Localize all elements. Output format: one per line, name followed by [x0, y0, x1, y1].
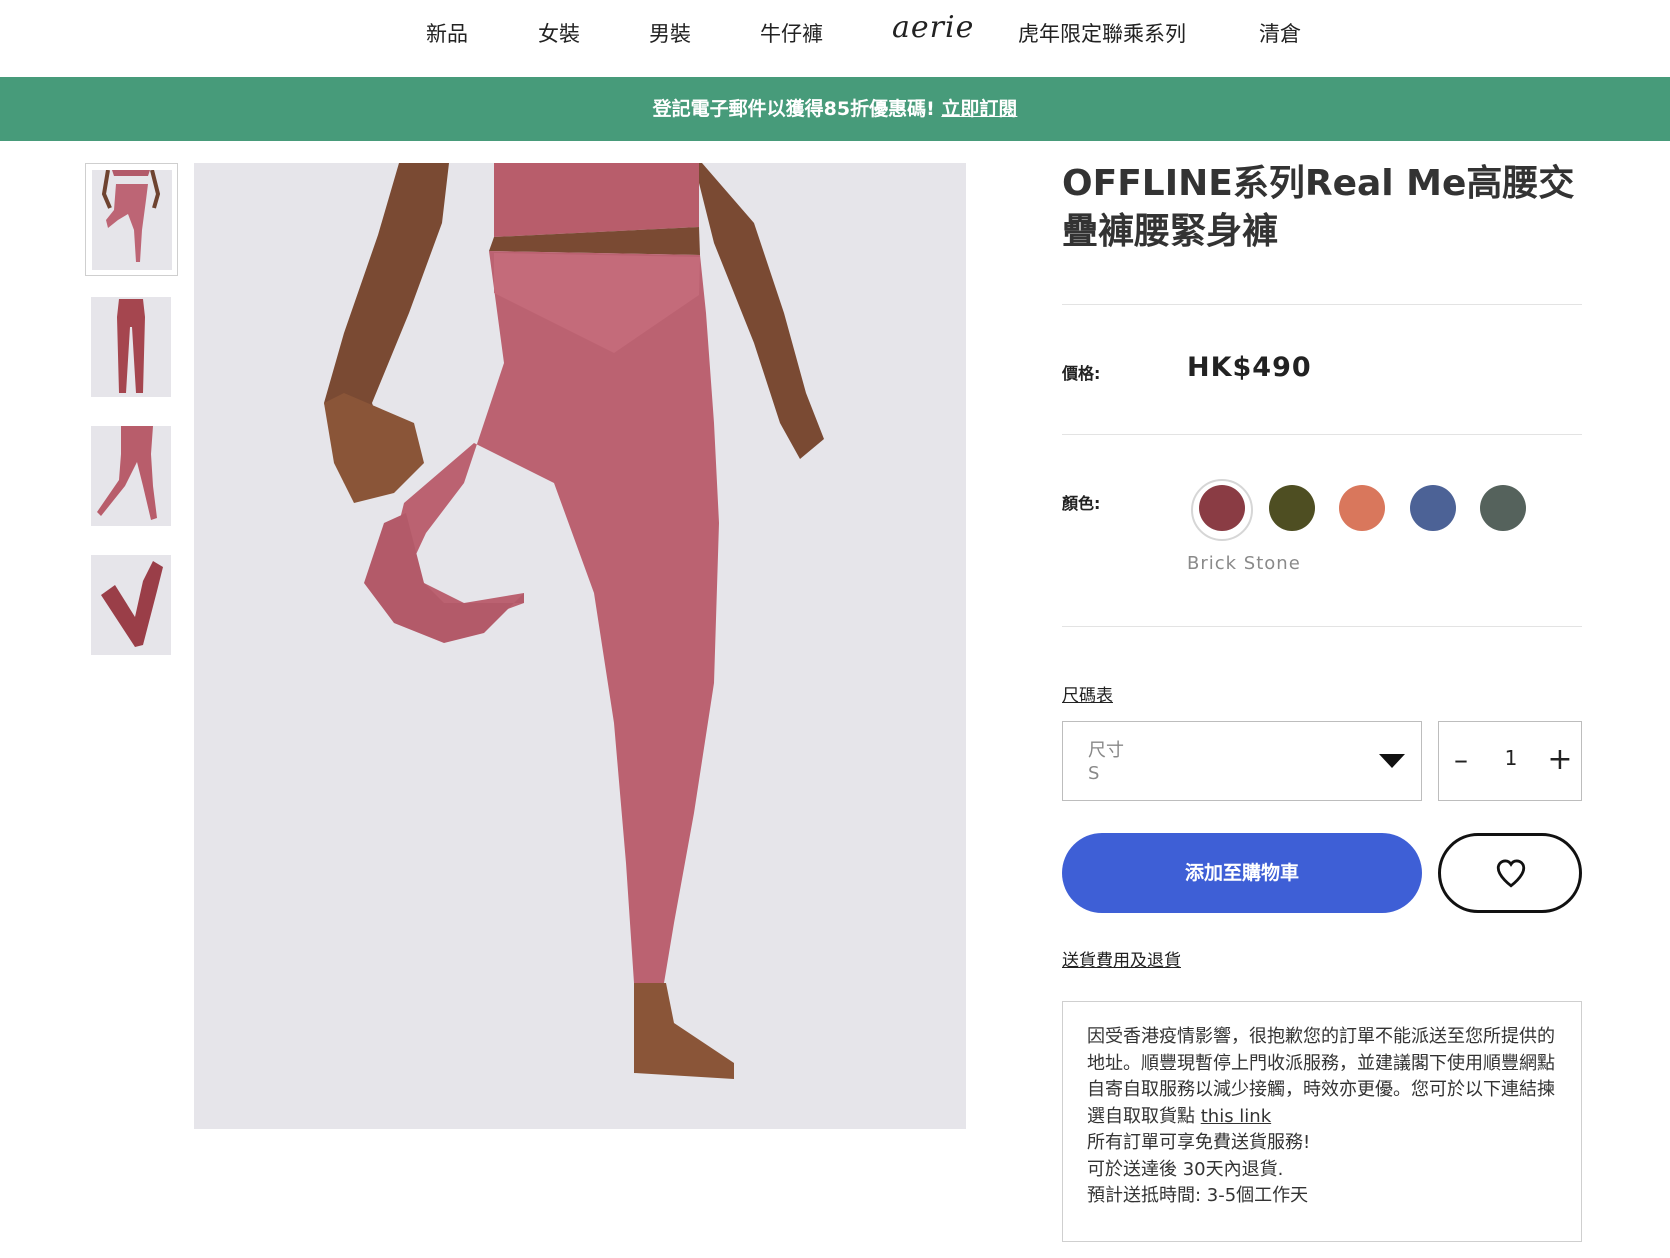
thumbnail-image: [91, 555, 171, 655]
selected-color-name: Brick Stone: [1187, 553, 1301, 574]
quantity-increase-button[interactable]: +: [1545, 740, 1575, 780]
nav-jeans[interactable]: 牛仔褲: [760, 18, 823, 48]
color-swatch-coral[interactable]: [1339, 485, 1385, 531]
size-select[interactable]: 尺寸 S: [1062, 721, 1422, 801]
shipping-returns-link[interactable]: 送貨費用及退貨: [1062, 946, 1181, 971]
notice-free-shipping: 所有訂單可享免費送貨服務!: [1087, 1132, 1311, 1153]
quantity-decrease-button[interactable]: –: [1447, 740, 1475, 780]
size-chart-link[interactable]: 尺碼表: [1062, 681, 1113, 706]
nav-new[interactable]: 新品: [426, 18, 468, 48]
color-swatch-olive[interactable]: [1269, 485, 1315, 531]
nav-collab[interactable]: 虎年限定聯乘系列: [1018, 18, 1186, 48]
notice-delivery-time: 預計送抵時間: 3-5個工作天: [1087, 1185, 1309, 1206]
color-swatch-blue[interactable]: [1410, 485, 1456, 531]
thumbnail-2[interactable]: [85, 291, 178, 404]
main-product-image: [194, 163, 966, 1129]
thumbnail-image: [91, 297, 171, 397]
color-label: 顏色:: [1062, 494, 1101, 513]
promo-subscribe-link[interactable]: 立即訂閱: [941, 98, 1017, 120]
notice-pickup-link[interactable]: this link: [1201, 1106, 1271, 1127]
quantity-value[interactable]: 1: [1491, 746, 1531, 770]
thumbnail-4[interactable]: [85, 549, 178, 662]
notice-body: 因受香港疫情影響，很抱歉您的訂單不能派送至您所提供的地址。順豐現暫停上門收派服務…: [1087, 1026, 1555, 1127]
divider: [1062, 626, 1582, 627]
price-label: 價格:: [1062, 364, 1101, 383]
color-swatch-slate[interactable]: [1480, 485, 1526, 531]
promo-banner: 登記電子郵件以獲得85折優惠碼! 立即訂閱: [0, 77, 1670, 141]
thumbnail-1[interactable]: [85, 163, 178, 276]
promo-text: 登記電子郵件以獲得85折優惠碼!: [652, 98, 942, 120]
aerie-logo[interactable]: aerie: [892, 10, 974, 45]
divider: [1062, 434, 1582, 435]
price-value: HK$490: [1187, 352, 1312, 383]
nav-men[interactable]: 男裝: [649, 18, 691, 48]
shipping-notice-box: 因受香港疫情影響，很抱歉您的訂單不能派送至您所提供的地址。順豐現暫停上門收派服務…: [1062, 1001, 1582, 1242]
thumbnail-image: [92, 170, 172, 270]
add-to-cart-button[interactable]: 添加至購物車: [1062, 833, 1422, 913]
notice-returns: 可於送達後 30天內退貨.: [1087, 1158, 1284, 1180]
thumbnail-image: [91, 426, 171, 526]
nav-women[interactable]: 女裝: [538, 18, 580, 48]
product-panel: OFFLINE系列Real Me高腰交疊褲腰緊身褲: [1062, 160, 1582, 256]
notice-paragraph: 因受香港疫情影響，很抱歉您的訂單不能派送至您所提供的地址。順豐現暫停上門收派服務…: [1087, 1024, 1557, 1130]
color-swatch-brick-stone[interactable]: [1199, 485, 1245, 531]
wishlist-button[interactable]: [1438, 833, 1582, 913]
chevron-down-icon: [1379, 754, 1405, 768]
thumbnail-3[interactable]: [85, 420, 178, 533]
nav-clearance[interactable]: 清倉: [1259, 18, 1301, 48]
size-select-value: S: [1088, 763, 1100, 784]
product-title: OFFLINE系列Real Me高腰交疊褲腰緊身褲: [1062, 163, 1575, 252]
top-nav: 新品 女裝 男裝 牛仔褲 aerie 虎年限定聯乘系列 清倉: [0, 0, 1670, 77]
size-select-caption: 尺寸: [1088, 740, 1124, 761]
heart-icon: [1496, 859, 1526, 888]
quantity-stepper: – 1 +: [1438, 721, 1582, 801]
divider: [1062, 304, 1582, 305]
